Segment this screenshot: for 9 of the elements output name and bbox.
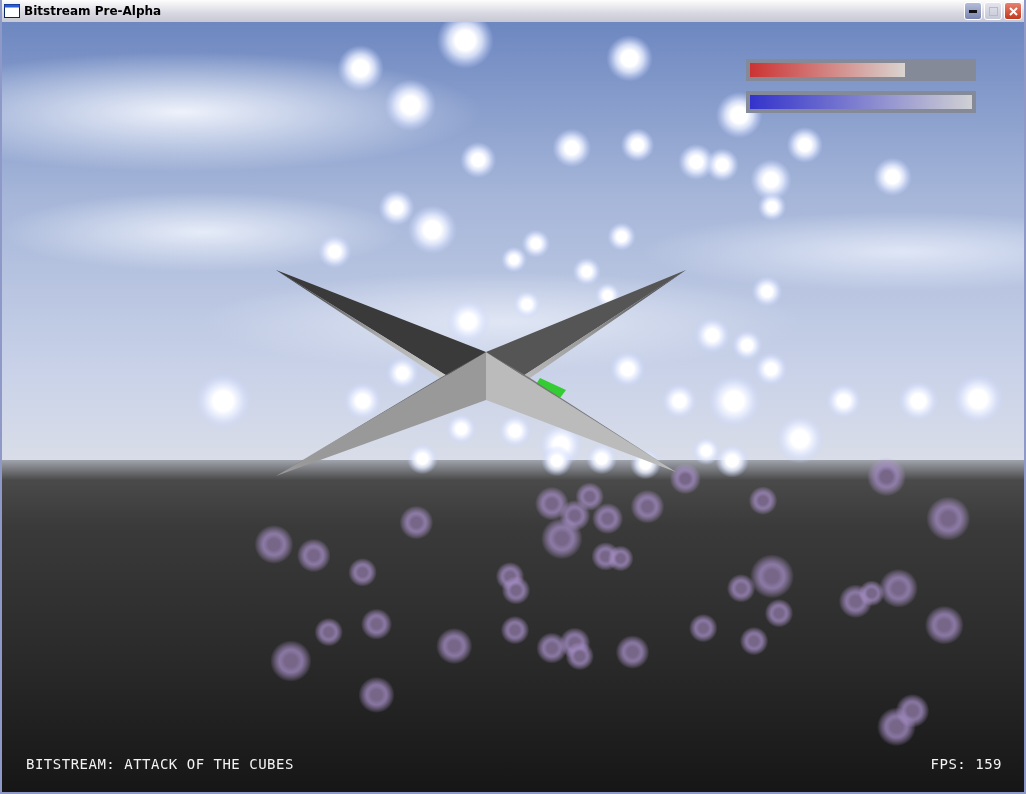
maximize-icon: [988, 6, 998, 16]
fps-counter: FPS: 159: [930, 756, 1002, 772]
game-title: BITSTREAM: ATTACK OF THE CUBES: [26, 756, 294, 772]
close-icon: [1008, 6, 1018, 16]
close-button[interactable]: [1004, 2, 1022, 20]
window-title: Bitstream Pre-Alpha: [24, 4, 163, 18]
minimize-button[interactable]: [964, 2, 982, 20]
minimize-icon: [969, 9, 977, 13]
window-icon: [4, 4, 20, 18]
